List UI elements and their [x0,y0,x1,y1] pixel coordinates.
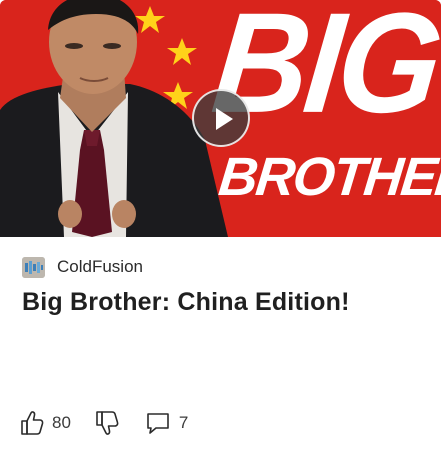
like-button[interactable]: 80 [20,410,71,436]
comment-button[interactable]: 7 [145,411,188,435]
thumbnail-title-brother: BROTHER [216,147,441,207]
play-button[interactable] [192,89,250,147]
thumbs-down-icon [96,411,119,435]
video-thumbnail[interactable]: BIG BROTHER [0,0,441,237]
thumbs-up-icon [21,411,44,435]
play-icon [216,108,233,130]
comment-icon [147,413,169,434]
dislike-button[interactable] [95,410,119,436]
coldfusion-logo [22,256,45,278]
comment-count: 7 [178,413,189,432]
news-card[interactable]: BIG BROTHER ColdFusion Big Brother: Chin… [0,0,441,454]
like-count: 80 [52,413,71,432]
headline[interactable]: Big Brother: China Edition! [22,288,350,317]
action-bar: 80 7 [20,407,188,439]
source-row[interactable]: ColdFusion [22,255,143,279]
source-name[interactable]: ColdFusion [57,257,143,277]
